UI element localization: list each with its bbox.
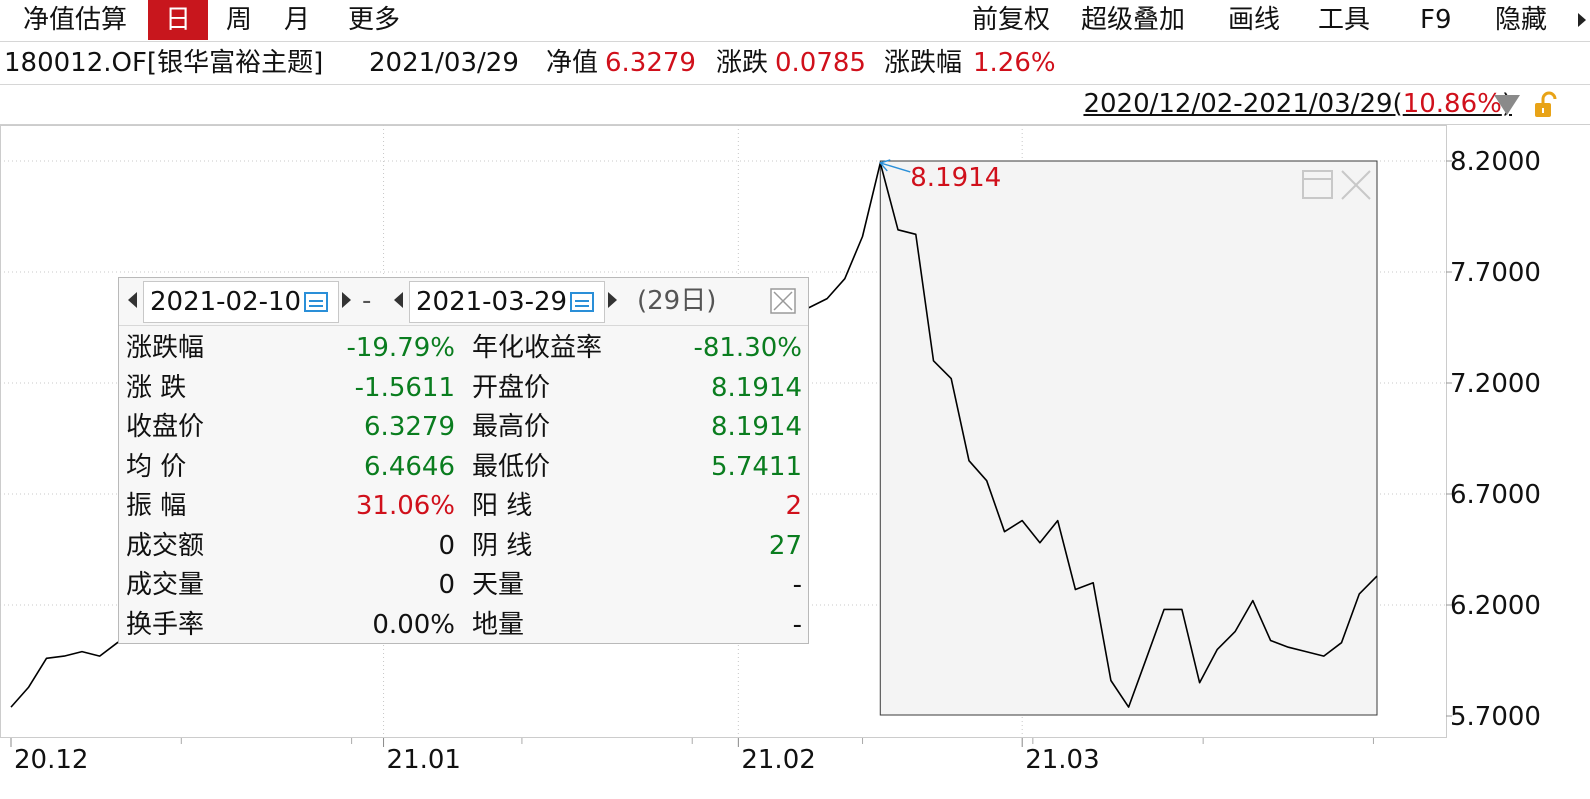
x-tick-label: 21.01 — [387, 745, 461, 775]
lock-icon[interactable] — [1532, 91, 1560, 119]
stats-row: 振 幅 31.06% 阳 线 2 — [119, 487, 808, 526]
f9-button[interactable]: F9 — [1420, 0, 1452, 40]
adjust-forward-button[interactable]: 前复权 — [972, 0, 1050, 40]
stat-label: 涨 跌 — [126, 372, 187, 403]
end-date-field[interactable]: 2021-03-29 — [409, 281, 605, 323]
stat-value: -81.30% — [693, 333, 802, 363]
x-tick-label: 21.02 — [741, 745, 815, 775]
stats-row: 成交额 0 阴 线 27 — [119, 527, 808, 566]
stat-value: 6.3279 — [364, 412, 455, 442]
stat-label: 阳 线 — [472, 491, 533, 521]
stat-value: 31.06% — [355, 491, 455, 521]
tools-button[interactable]: 工具 — [1318, 0, 1370, 40]
super-overlay-button[interactable]: 超级叠加 — [1081, 0, 1185, 40]
calendar-icon[interactable] — [570, 292, 594, 312]
date-range-text: 2020/12/02-2021/03/29 — [1083, 89, 1393, 119]
date-range-pct: 10.86% — [1402, 89, 1502, 119]
tab-monthly[interactable]: 月 — [274, 0, 320, 40]
stat-value: -19.79% — [346, 333, 455, 363]
stat-label: 地量 — [472, 609, 525, 640]
tab-weekly[interactable]: 周 — [216, 0, 262, 40]
close-icon[interactable] — [770, 288, 796, 314]
draw-line-button[interactable]: 画线 — [1228, 0, 1280, 40]
info-bar: 180012.OF[银华富裕主题] 2021/03/29 净值 6.3279 涨… — [0, 42, 1590, 85]
start-date-next-icon[interactable] — [342, 292, 351, 308]
triangle-down-icon[interactable] — [1494, 95, 1520, 115]
x-tick-label: 21.03 — [1025, 745, 1099, 775]
stat-value: 27 — [768, 530, 802, 561]
stats-row: 均 价 6.4646 最低价 5.7411 — [119, 448, 808, 487]
start-date-text: 2021-02-10 — [150, 287, 302, 317]
top-toolbar: 净值估算 日 周 月 更多 前复权 超级叠加 画线 工具 F9 隐藏 — [0, 0, 1590, 42]
stats-row: 换手率 0.00% 地量 - — [119, 606, 808, 645]
tab-nav-estimate[interactable]: 净值估算 — [10, 0, 140, 40]
hide-arrow-icon — [1578, 13, 1586, 27]
stats-row: 涨跌幅 -19.79% 年化收益率 -81.30% — [119, 329, 808, 368]
stat-label: 天量 — [472, 570, 525, 600]
stat-value: 0 — [438, 530, 455, 561]
stat-label: 成交额 — [126, 530, 205, 561]
day-count: (29日) — [637, 286, 717, 316]
date-range-dash: - — [362, 286, 372, 316]
stat-label: 年化收益率 — [472, 333, 603, 363]
stat-label: 涨跌幅 — [126, 333, 205, 363]
change-pct-value: 1.26% — [973, 48, 1056, 78]
panel-divider — [119, 325, 808, 326]
y-tick-label: 5.7000 — [1450, 702, 1541, 732]
stat-value: 8.1914 — [711, 412, 802, 442]
nav-label: 净值 — [546, 48, 599, 78]
y-tick-label: 8.2000 — [1450, 147, 1541, 177]
date-range-open-paren: ( — [1392, 89, 1403, 119]
max-value-label: 8.1914 — [910, 163, 1001, 193]
y-tick-label: 6.7000 — [1450, 480, 1541, 510]
y-axis: 8.2000 7.7000 7.2000 6.7000 6.2000 5.7000 — [1446, 147, 1541, 732]
end-date-next-icon[interactable] — [608, 292, 617, 308]
stat-label: 最高价 — [472, 412, 551, 442]
end-date-text: 2021-03-29 — [416, 287, 568, 317]
stat-value: - — [792, 570, 802, 600]
stats-row: 涨 跌 -1.5611 开盘价 8.1914 — [119, 369, 808, 408]
start-date-field[interactable]: 2021-02-10 — [143, 281, 339, 323]
stat-value: - — [792, 609, 802, 640]
change-label: 涨跌 — [716, 48, 769, 78]
stat-label: 最低价 — [472, 451, 551, 482]
stat-value: 2 — [785, 491, 802, 521]
calendar-icon[interactable] — [304, 292, 328, 312]
tab-daily[interactable]: 日 — [148, 0, 208, 40]
stat-value: 6.4646 — [364, 451, 455, 482]
stat-value: 5.7411 — [711, 451, 802, 482]
stat-value: 8.1914 — [711, 372, 802, 403]
stat-label: 均 价 — [126, 451, 187, 482]
date-range[interactable]: 2020/12/02-2021/03/29(10.86%) — [1083, 89, 1512, 119]
y-tick-label: 7.7000 — [1450, 258, 1541, 288]
stat-label: 换手率 — [126, 609, 205, 640]
stat-label: 阴 线 — [472, 530, 533, 561]
stat-label: 开盘价 — [472, 372, 551, 403]
y-tick-label: 7.2000 — [1450, 369, 1541, 399]
x-tick-label: 20.12 — [14, 745, 88, 775]
stats-row: 成交量 0 天量 - — [119, 566, 808, 605]
stat-value: 0 — [438, 570, 455, 600]
start-date-prev-icon[interactable] — [128, 292, 137, 308]
stat-value: -1.5611 — [354, 372, 455, 403]
end-date-prev-icon[interactable] — [394, 292, 403, 308]
quote-date: 2021/03/29 — [369, 48, 519, 78]
x-axis: 20.12 21.01 21.02 21.03 — [10, 738, 1374, 775]
nav-value: 6.3279 — [605, 48, 696, 78]
range-bar: 2020/12/02-2021/03/29(10.86%) — [0, 85, 1590, 125]
fund-code-name: 180012.OF[银华富裕主题] — [4, 48, 324, 78]
y-tick-label: 6.2000 — [1450, 591, 1541, 621]
hide-button[interactable]: 隐藏 — [1495, 0, 1547, 40]
tab-more[interactable]: 更多 — [338, 0, 410, 40]
stat-label: 收盘价 — [126, 412, 205, 442]
change-value: 0.0785 — [775, 48, 866, 78]
selection-range-box[interactable] — [879, 160, 1378, 716]
change-pct-label: 涨跌幅 — [884, 48, 963, 78]
stats-row: 收盘价 6.3279 最高价 8.1914 — [119, 408, 808, 447]
stat-label: 振 幅 — [126, 491, 187, 521]
stat-label: 成交量 — [126, 570, 205, 600]
range-stats-panel: 2021-02-10 - 2021-03-29 (29日) 涨跌幅 -19.79%… — [118, 277, 809, 644]
stat-value: 0.00% — [372, 609, 455, 640]
